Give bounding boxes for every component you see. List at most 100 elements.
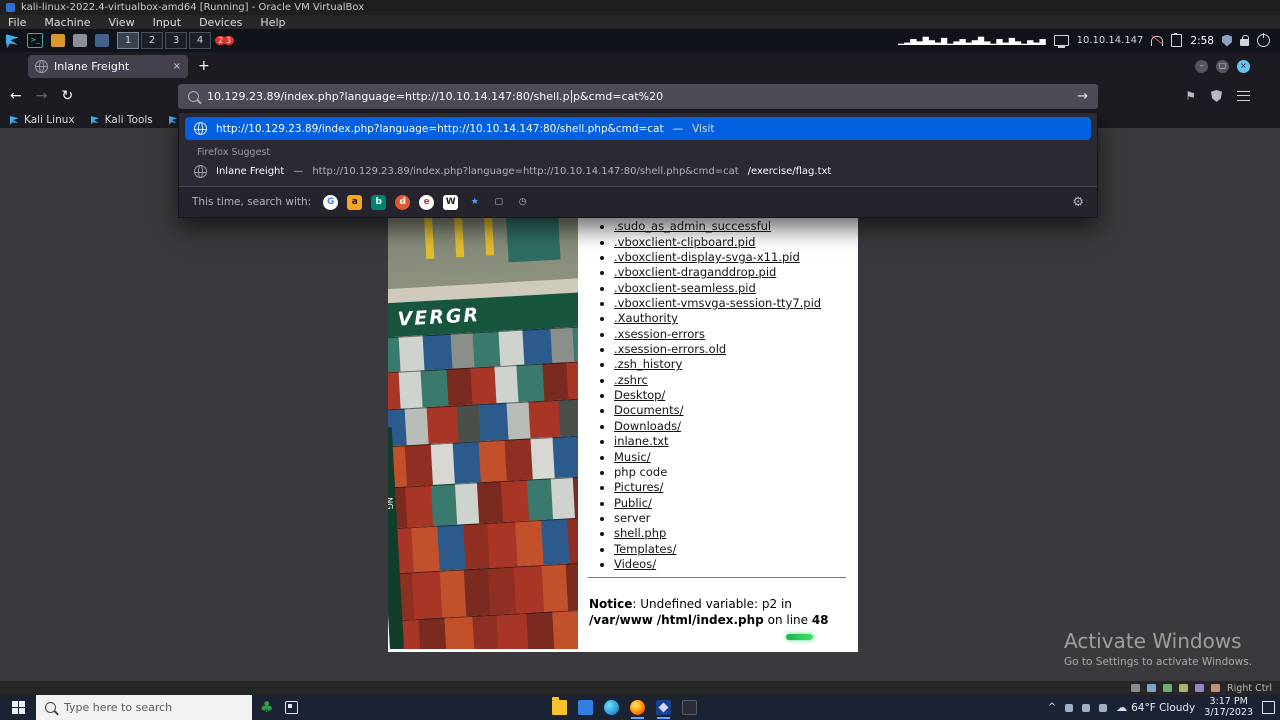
terminal-app-icon[interactable] <box>682 700 697 715</box>
action-center-icon[interactable] <box>1262 701 1275 714</box>
search-engine-icon[interactable]: ★ <box>467 195 482 210</box>
weather-widget[interactable]: ☁ 64°F Cloudy <box>1116 701 1195 714</box>
new-tab-button[interactable]: + <box>198 58 210 74</box>
vbox-menu-item[interactable]: Machine <box>44 16 90 29</box>
workspace-button[interactable]: 3 <box>165 32 187 49</box>
file-link[interactable]: .vboxclient-draganddrop.pid <box>614 265 776 279</box>
maximize-button[interactable]: ▢ <box>1216 59 1229 73</box>
clover-app-icon[interactable]: ♣ <box>260 700 273 715</box>
file-link[interactable]: Public/ <box>614 496 652 510</box>
url-input-text[interactable]: 10.129.23.89/index.php?language=http://1… <box>207 90 663 104</box>
search-engine-icon[interactable]: ▢ <box>491 195 506 210</box>
file-link[interactable]: php code <box>614 465 667 479</box>
lock-screen-icon[interactable] <box>1240 34 1249 46</box>
display-icon[interactable] <box>1053 35 1069 48</box>
bookmark-item[interactable]: Kali Linux <box>10 114 75 126</box>
vm-display-icon[interactable] <box>1195 684 1205 692</box>
url-bar[interactable]: 10.129.23.89/index.php?language=http://1… <box>178 84 1098 109</box>
file-explorer-icon[interactable] <box>552 697 567 715</box>
search-engine-icon[interactable]: e <box>419 194 435 210</box>
file-link[interactable]: Pictures/ <box>614 480 663 494</box>
tab-close-icon[interactable]: × <box>173 61 181 72</box>
back-button[interactable]: ← <box>10 88 22 104</box>
file-link[interactable]: Documents/ <box>614 403 683 417</box>
file-list-item: .zshrc <box>614 373 858 388</box>
hidden-icons-chevron[interactable]: ^ <box>1048 702 1056 713</box>
edge-browser-icon[interactable] <box>604 700 619 715</box>
search-engine-icon[interactable]: W <box>443 194 459 210</box>
vm-cd-icon[interactable] <box>1147 684 1157 692</box>
go-arrow-icon[interactable]: → <box>1077 89 1088 104</box>
file-link[interactable]: Templates/ <box>614 542 676 556</box>
screenshot-tool-icon[interactable] <box>95 34 109 47</box>
workspace-button[interactable]: 1 <box>117 32 139 49</box>
volume-tray-icon[interactable] <box>1099 703 1108 712</box>
file-link[interactable]: .vboxclient-clipboard.pid <box>614 235 755 249</box>
vm-mouse-icon[interactable] <box>1211 684 1221 692</box>
file-link[interactable]: .zshrc <box>614 373 648 387</box>
file-link[interactable]: .vboxclient-seamless.pid <box>614 281 756 295</box>
kali-logo-icon[interactable] <box>6 34 19 48</box>
vm-usb-icon[interactable] <box>1179 684 1189 692</box>
vbox-menu-item[interactable]: File <box>8 16 26 29</box>
vm-network-icon[interactable] <box>1163 684 1173 692</box>
suggestion-title: Inlane Freight <box>216 166 285 177</box>
file-link[interactable]: inlane.txt <box>614 434 669 448</box>
file-link[interactable]: server <box>614 511 650 525</box>
vbox-menu-item[interactable]: Help <box>260 16 285 29</box>
file-link[interactable]: .Xauthority <box>614 311 678 325</box>
text-editor-icon[interactable] <box>73 34 87 47</box>
security-shield-icon[interactable] <box>1222 34 1232 47</box>
task-view-icon[interactable] <box>285 701 299 714</box>
search-engine-icon[interactable]: b <box>371 194 387 210</box>
reload-button[interactable]: ↻ <box>61 88 73 104</box>
kali-clock[interactable]: 2:58 <box>1190 35 1214 47</box>
account-shield-icon[interactable] <box>1211 90 1222 102</box>
terminal-icon[interactable]: >_ <box>27 33 43 48</box>
search-engine-icon[interactable]: ◷ <box>515 195 530 210</box>
close-button[interactable]: × <box>1237 59 1250 73</box>
file-link[interactable]: Music/ <box>614 450 651 464</box>
taskbar-search-box[interactable]: Type here to search <box>36 695 252 720</box>
photos-app-icon[interactable] <box>578 700 593 715</box>
tab-inlane-freight[interactable]: Inlane Freight × <box>28 54 188 78</box>
onedrive-tray-icon[interactable] <box>1065 703 1074 712</box>
file-link[interactable]: .sudo_as_admin_successful <box>614 219 771 233</box>
file-manager-icon[interactable] <box>51 34 65 47</box>
clipboard-icon[interactable] <box>1171 33 1183 47</box>
file-link[interactable]: Videos/ <box>614 557 656 571</box>
vpn-ip-label[interactable]: 10.10.14.147 <box>1077 35 1144 46</box>
autocomplete-suggestion-row[interactable]: Inlane Freight — http://10.129.23.89/ind… <box>179 161 1097 182</box>
firefox-taskbar-icon[interactable] <box>630 700 645 719</box>
file-link[interactable]: .vboxclient-display-svga-x11.pid <box>614 250 800 264</box>
file-link[interactable]: .vboxclient-vmsvga-session-tty7.pid <box>614 296 821 310</box>
notifications-muted-icon[interactable] <box>1151 35 1164 46</box>
file-link[interactable]: .zsh_history <box>614 357 682 371</box>
file-link[interactable]: shell.php <box>614 526 666 540</box>
vbox-menu-item[interactable]: View <box>108 16 134 29</box>
file-link[interactable]: Desktop/ <box>614 388 665 402</box>
power-icon[interactable] <box>1257 33 1270 47</box>
vbox-menu-item[interactable]: Devices <box>199 16 242 29</box>
network-tray-icon[interactable] <box>1082 703 1091 712</box>
minimize-button[interactable]: – <box>1195 59 1208 73</box>
vbox-menu-item[interactable]: Input <box>153 16 181 29</box>
forward-button[interactable]: → <box>36 88 48 104</box>
search-engine-icon[interactable]: G <box>323 194 339 210</box>
search-engine-icon[interactable]: d <box>395 194 411 210</box>
file-link[interactable]: Downloads/ <box>614 419 681 433</box>
workspace-button[interactable]: 4 <box>189 32 211 49</box>
workspace-button[interactable]: 2 <box>141 32 163 49</box>
bookmark-flag-icon[interactable]: ⚑ <box>1185 90 1196 102</box>
file-link[interactable]: .xsession-errors.old <box>614 342 726 356</box>
taskbar-clock[interactable]: 3:17 PM 3/17/2023 <box>1204 696 1253 718</box>
settings-gear-icon[interactable]: ⚙ <box>1072 196 1084 209</box>
bookmark-item[interactable]: Kali Tools <box>90 114 153 126</box>
search-engine-icon[interactable]: a <box>347 194 363 210</box>
virtualbox-taskbar-icon[interactable] <box>656 700 671 719</box>
vm-hdd-icon[interactable] <box>1131 684 1141 692</box>
autocomplete-selected-row[interactable]: http://10.129.23.89/index.php?language=h… <box>185 117 1091 140</box>
file-link[interactable]: .xsession-errors <box>614 327 705 341</box>
start-button[interactable] <box>0 695 36 720</box>
hamburger-menu-icon[interactable] <box>1237 91 1250 101</box>
